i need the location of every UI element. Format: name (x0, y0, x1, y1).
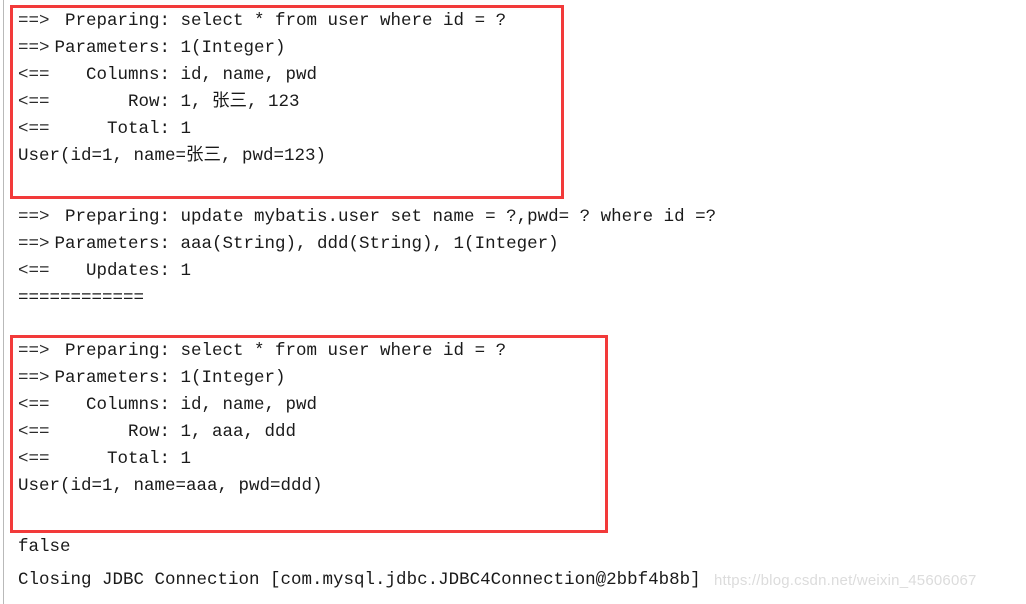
request-arrow-icon: ==> (18, 234, 50, 254)
log-line-label: Total: (106, 119, 170, 139)
response-arrow-icon: <== (18, 395, 50, 415)
log-line: false (18, 534, 71, 561)
log-line-label: Columns: (85, 65, 170, 85)
log-line-value: 1 (180, 119, 192, 139)
log-line: <== Total: 1 (18, 446, 191, 473)
log-line-value: 1 (180, 261, 192, 281)
log-line: User(id=1, name=aaa, pwd=ddd) (18, 473, 323, 500)
log-line-label: Columns: (85, 395, 170, 415)
log-line-label: Preparing: (64, 341, 170, 361)
watermark-url: https://blog.csdn.net/weixin_45606067 (714, 572, 977, 589)
log-line: Closing JDBC Connection [com.mysql.jdbc.… (18, 567, 701, 594)
log-line-label: Row: (127, 422, 170, 442)
log-line: <== Row: 1, aaa, ddd (18, 419, 296, 446)
log-line: User(id=1, name=张三, pwd=123) (18, 143, 326, 170)
log-line: <== Row: 1, 张三, 123 (18, 89, 300, 116)
console-output-surface: ==> Preparing: select * from user where i… (0, 0, 1026, 604)
log-line-text: User(id=1, name=张三, pwd=123) (18, 146, 327, 166)
response-arrow-icon: <== (18, 261, 50, 281)
log-line: ==> Parameters: aaa(String), ddd(String),… (18, 231, 559, 258)
log-line: ==> Parameters: 1(Integer) (18, 35, 286, 62)
response-arrow-icon: <== (18, 65, 50, 85)
log-line-text: false (18, 537, 71, 557)
log-line-value: 1, aaa, ddd (180, 422, 297, 442)
log-line: ==> Parameters: 1(Integer) (18, 365, 286, 392)
log-line: <== Total: 1 (18, 116, 191, 143)
log-line-label: Preparing: (64, 207, 170, 227)
log-line-value: aaa(String), ddd(String), 1(Integer) (180, 234, 559, 254)
log-line-value: 1, 张三, 123 (180, 92, 300, 112)
request-arrow-icon: ==> (18, 207, 50, 227)
log-line-label: Parameters: (54, 38, 170, 58)
request-arrow-icon: ==> (18, 11, 50, 31)
log-line-value: id, name, pwd (180, 65, 318, 85)
response-arrow-icon: <== (18, 449, 50, 469)
log-line-label: Parameters: (54, 368, 170, 388)
log-line-label: Row: (127, 92, 170, 112)
log-line-value: 1(Integer) (180, 368, 286, 388)
log-line-text: Closing JDBC Connection [com.mysql.jdbc.… (18, 570, 701, 590)
log-line-value: update mybatis.user set name = ?,pwd= ? … (180, 207, 717, 227)
response-arrow-icon: <== (18, 119, 50, 139)
log-line: ==> Preparing: select * from user where i… (18, 338, 506, 365)
log-line: <== Columns: id, name, pwd (18, 62, 317, 89)
log-line-text: User(id=1, name=aaa, pwd=ddd) (18, 476, 323, 496)
log-line-value: 1(Integer) (180, 38, 286, 58)
response-arrow-icon: <== (18, 92, 50, 112)
log-line: ==> Preparing: update mybatis.user set na… (18, 204, 716, 231)
log-line-label: Parameters: (54, 234, 170, 254)
request-arrow-icon: ==> (18, 368, 50, 388)
log-line-value: select * from user where id = ? (180, 11, 507, 31)
response-arrow-icon: <== (18, 422, 50, 442)
log-line-text: ============ (18, 288, 145, 308)
log-line-label: Total: (106, 449, 170, 469)
log-line-value: 1 (180, 449, 192, 469)
log-line-label: Preparing: (64, 11, 170, 31)
log-line-label: Updates: (85, 261, 170, 281)
log-line-value: id, name, pwd (180, 395, 318, 415)
log-line: <== Updates: 1 (18, 258, 191, 285)
request-arrow-icon: ==> (18, 341, 50, 361)
log-line-value: select * from user where id = ? (180, 341, 507, 361)
request-arrow-icon: ==> (18, 38, 50, 58)
log-line: ==> Preparing: select * from user where i… (18, 8, 506, 35)
log-line: <== Columns: id, name, pwd (18, 392, 317, 419)
log-line: ============ (18, 285, 144, 312)
